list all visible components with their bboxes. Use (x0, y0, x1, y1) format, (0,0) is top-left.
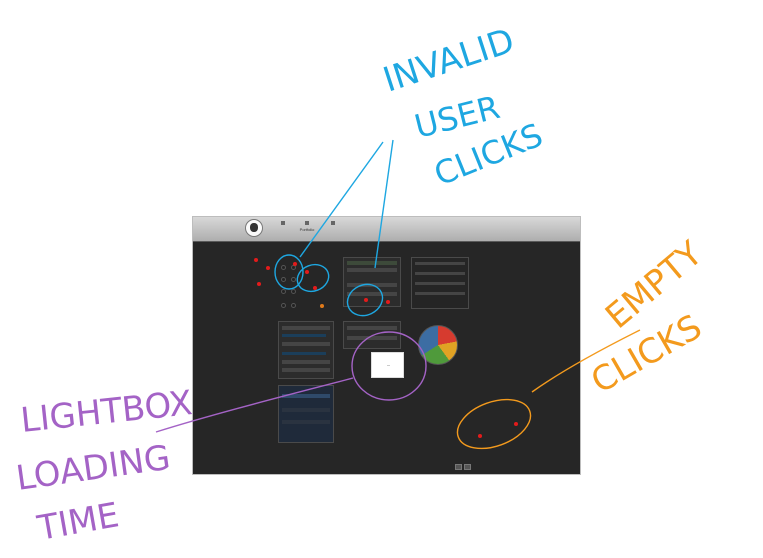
pointer-line (299, 141, 384, 258)
lightbox-label-line-2: LOADING (14, 438, 173, 499)
lightbox-annotation (155, 331, 427, 433)
annotation-layer: INVALID USER CLICKS EMPTY CLICKS LIGHTBO… (14, 21, 711, 549)
invalid-label-line-1: INVALID (378, 21, 519, 101)
pointer-line (374, 139, 394, 269)
empty-label-line-2: CLICKS (585, 307, 709, 402)
lightbox-label-line-1: LIGHTBOX (19, 383, 195, 441)
highlight-circle (456, 398, 532, 450)
invalid-clicks-annotation (274, 139, 394, 317)
highlight-circle (346, 283, 384, 317)
highlight-circle (351, 331, 427, 401)
highlight-circle (296, 263, 330, 293)
lightbox-label-line-3: TIME (34, 495, 122, 549)
